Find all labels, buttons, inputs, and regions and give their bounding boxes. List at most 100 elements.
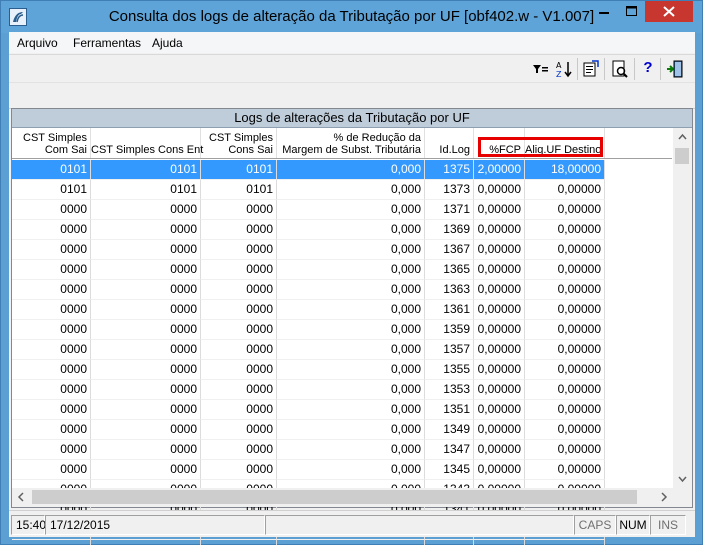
cell-percent-fcp[interactable]: 0,00000: [474, 280, 525, 300]
cell-percent-reducao[interactable]: 0,000: [277, 220, 425, 240]
cell-aliq-uf-destino[interactable]: 0,00000: [525, 400, 605, 420]
cell-percent-fcp[interactable]: 2,00000: [474, 160, 525, 180]
cell-cst-cons-sai[interactable]: 0000: [201, 380, 277, 400]
cell-percent-fcp[interactable]: 0,00000: [474, 320, 525, 340]
cell-id-log[interactable]: 1355: [425, 360, 474, 380]
minimize-button[interactable]: [590, 1, 618, 22]
cell-id-log[interactable]: 1375: [425, 160, 474, 180]
cell-cst-cons-ent[interactable]: 0000: [91, 280, 201, 300]
cell-cst-cons-ent[interactable]: 0000: [91, 400, 201, 420]
cell-cst-cons-ent[interactable]: 0000: [91, 220, 201, 240]
cell-id-log[interactable]: 1373: [425, 180, 474, 200]
cell-id-log[interactable]: 1353: [425, 380, 474, 400]
cell-cst-cons-ent[interactable]: 0000: [91, 300, 201, 320]
cell-cst-cons-sai[interactable]: 0000: [201, 240, 277, 260]
table-row[interactable]: 0000 0000 0000 0,000 1359 0,00000 0,00000: [12, 320, 672, 340]
cell-cst-com-sai[interactable]: 0000: [12, 380, 91, 400]
header-percent-fcp[interactable]: %FCP: [474, 128, 525, 158]
cell-id-log[interactable]: 1351: [425, 400, 474, 420]
table-row[interactable]: 0000 0000 0000 0,000 1357 0,00000 0,00000: [12, 340, 672, 360]
cell-cst-com-sai[interactable]: 0000: [12, 320, 91, 340]
cell-percent-reducao[interactable]: 0,000: [277, 440, 425, 460]
preview-icon[interactable]: [609, 58, 631, 80]
table-row[interactable]: 0000 0000 0000 0,000 1363 0,00000 0,00000: [12, 280, 672, 300]
cell-cst-com-sai[interactable]: 0000: [12, 340, 91, 360]
cell-percent-fcp[interactable]: 0,00000: [474, 440, 525, 460]
horizontal-scrollbar[interactable]: [12, 488, 673, 507]
cell-percent-reducao[interactable]: 0,000: [277, 160, 425, 180]
cell-aliq-uf-destino[interactable]: 0,00000: [525, 440, 605, 460]
menu-ajuda[interactable]: Ajuda: [152, 36, 183, 50]
cell-percent-reducao[interactable]: 0,000: [277, 200, 425, 220]
cell-percent-fcp[interactable]: 0,00000: [474, 400, 525, 420]
cell-id-log[interactable]: 1359: [425, 320, 474, 340]
cell-cst-com-sai[interactable]: 0000: [12, 300, 91, 320]
table-row[interactable]: 0000 0000 0000 0,000 1365 0,00000 0,00000: [12, 260, 672, 280]
cell-id-log[interactable]: 1369: [425, 220, 474, 240]
title-bar[interactable]: Consulta dos logs de alteração da Tribut…: [1, 1, 702, 33]
cell-percent-reducao[interactable]: 0,000: [277, 300, 425, 320]
cell-id-log[interactable]: 1357: [425, 340, 474, 360]
export-icon[interactable]: [579, 58, 601, 80]
cell-cst-com-sai[interactable]: 0101: [12, 160, 91, 180]
cell-cst-cons-ent[interactable]: 0000: [91, 440, 201, 460]
filter-icon[interactable]: [530, 58, 552, 80]
cell-cst-cons-ent[interactable]: 0000: [91, 380, 201, 400]
scroll-up-icon[interactable]: [675, 130, 690, 144]
cell-cst-cons-ent[interactable]: 0000: [91, 460, 201, 480]
cell-aliq-uf-destino[interactable]: 0,00000: [525, 320, 605, 340]
cell-percent-fcp[interactable]: 0,00000: [474, 460, 525, 480]
cell-cst-cons-sai[interactable]: 0000: [201, 440, 277, 460]
cell-percent-fcp[interactable]: 0,00000: [474, 300, 525, 320]
menu-arquivo[interactable]: Arquivo: [17, 36, 58, 50]
cell-percent-reducao[interactable]: 0,000: [277, 400, 425, 420]
maximize-button[interactable]: [618, 1, 645, 22]
exit-icon[interactable]: [664, 58, 686, 80]
scroll-right-icon[interactable]: [657, 490, 671, 504]
cell-cst-cons-ent[interactable]: 0000: [91, 420, 201, 440]
cell-id-log[interactable]: 1347: [425, 440, 474, 460]
cell-aliq-uf-destino[interactable]: 0,00000: [525, 180, 605, 200]
cell-id-log[interactable]: 1345: [425, 460, 474, 480]
cell-cst-cons-ent[interactable]: 0000: [91, 240, 201, 260]
header-cst-simples-cons-ent[interactable]: CST Simples Cons Ent: [91, 128, 203, 158]
cell-percent-fcp[interactable]: 0,00000: [474, 200, 525, 220]
cell-id-log[interactable]: 1371: [425, 200, 474, 220]
table-row[interactable]: 0101 0101 0101 0,000 1373 0,00000 0,00000: [12, 180, 672, 200]
cell-cst-cons-sai[interactable]: 0000: [201, 420, 277, 440]
table-row[interactable]: 0000 0000 0000 0,000 1371 0,00000 0,00000: [12, 200, 672, 220]
cell-percent-reducao[interactable]: 0,000: [277, 260, 425, 280]
cell-percent-reducao[interactable]: 0,000: [277, 180, 425, 200]
cell-percent-reducao[interactable]: 0,000: [277, 360, 425, 380]
cell-aliq-uf-destino[interactable]: 0,00000: [525, 260, 605, 280]
cell-cst-com-sai[interactable]: 0000: [12, 220, 91, 240]
cell-cst-cons-sai[interactable]: 0000: [201, 400, 277, 420]
cell-percent-fcp[interactable]: 0,00000: [474, 420, 525, 440]
cell-cst-com-sai[interactable]: 0000: [12, 400, 91, 420]
cell-id-log[interactable]: 1365: [425, 260, 474, 280]
cell-cst-cons-ent[interactable]: 0000: [91, 360, 201, 380]
cell-aliq-uf-destino[interactable]: 18,00000: [525, 160, 605, 180]
cell-cst-cons-sai[interactable]: 0101: [201, 180, 277, 200]
cell-cst-com-sai[interactable]: 0000: [12, 280, 91, 300]
cell-cst-cons-sai[interactable]: 0000: [201, 460, 277, 480]
table-row[interactable]: 0000 0000 0000 0,000 1355 0,00000 0,00000: [12, 360, 672, 380]
horizontal-scroll-thumb[interactable]: [32, 490, 637, 504]
cell-percent-reducao[interactable]: 0,000: [277, 340, 425, 360]
cell-cst-cons-ent[interactable]: 0101: [91, 180, 201, 200]
scroll-left-icon[interactable]: [14, 490, 28, 504]
cell-aliq-uf-destino[interactable]: 0,00000: [525, 280, 605, 300]
table-row[interactable]: 0000 0000 0000 0,000 1351 0,00000 0,00000: [12, 400, 672, 420]
table-row[interactable]: 0000 0000 0000 0,000 1345 0,00000 0,00000: [12, 460, 672, 480]
cell-cst-cons-sai[interactable]: 0000: [201, 360, 277, 380]
cell-aliq-uf-destino[interactable]: 0,00000: [525, 300, 605, 320]
table-row[interactable]: 0000 0000 0000 0,000 1347 0,00000 0,00000: [12, 440, 672, 460]
cell-cst-com-sai[interactable]: 0000: [12, 460, 91, 480]
cell-aliq-uf-destino[interactable]: 0,00000: [525, 380, 605, 400]
cell-id-log[interactable]: 1349: [425, 420, 474, 440]
cell-percent-reducao[interactable]: 0,000: [277, 320, 425, 340]
cell-id-log[interactable]: 1367: [425, 240, 474, 260]
table-row[interactable]: 0000 0000 0000 0,000 1367 0,00000 0,00000: [12, 240, 672, 260]
cell-percent-fcp[interactable]: 0,00000: [474, 360, 525, 380]
header-aliq-uf-destino[interactable]: Aliq.UF Destino: [525, 128, 605, 158]
